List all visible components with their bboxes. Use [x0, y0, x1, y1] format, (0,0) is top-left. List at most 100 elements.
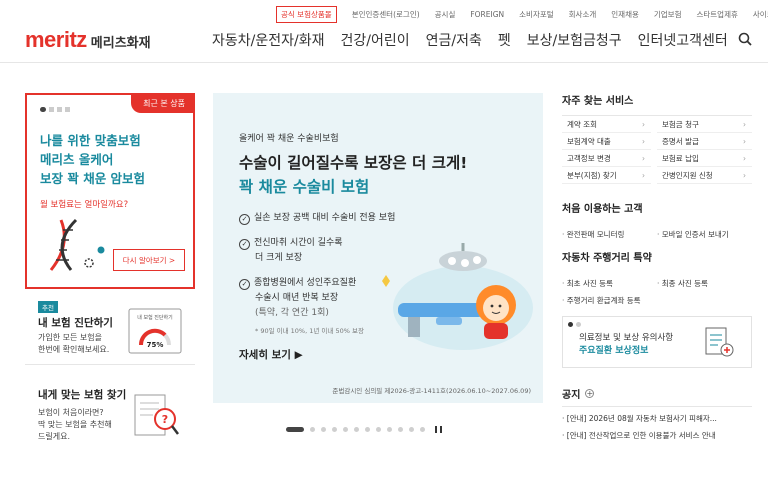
- medical-info-box[interactable]: 의료정보 및 보상 유의사항 주요질환 보상정보: [562, 316, 752, 368]
- banner-legal: 준법감시인 심의필 제2026-광고-1411호(2026.06.10~2027…: [332, 387, 531, 395]
- util-link-disclosure[interactable]: 공시실: [435, 9, 456, 20]
- check-icon: ✓: [239, 239, 250, 250]
- notice-title: 공지: [562, 390, 581, 401]
- recent-badge: 최근 본 상품: [131, 95, 193, 113]
- service-link[interactable]: 간병인지원 신청: [657, 167, 752, 184]
- recommend-tag: 추천: [38, 301, 58, 313]
- pager-dot[interactable]: [354, 427, 359, 432]
- banner-feature-2: ✓ 전신마취 시간이 길수록 더 크게 보장: [239, 236, 343, 266]
- plus-icon[interactable]: +: [585, 389, 595, 398]
- ill-diagnosis-label: 내 보험 진단하기: [137, 314, 172, 321]
- search-icon[interactable]: [738, 32, 752, 46]
- recent-pager[interactable]: [40, 107, 70, 112]
- util-link-careers[interactable]: 인재채용: [611, 9, 639, 20]
- nav-customer-center[interactable]: 인터넷고객센터: [638, 30, 728, 50]
- service-link[interactable]: 고객정보 변경: [562, 150, 651, 167]
- ill-diagnosis-pct: 75%: [147, 341, 164, 349]
- util-link-corporate[interactable]: 기업보험: [654, 9, 682, 20]
- nav-pension[interactable]: 연금/저축: [426, 30, 482, 50]
- banner-eyebrow: 올케어 꽉 채운 수술비보험: [239, 134, 339, 144]
- service-link[interactable]: 계약 조회: [562, 116, 651, 133]
- notice-divider: [562, 406, 752, 407]
- pager-dot[interactable]: [332, 427, 337, 432]
- recent-product-card[interactable]: 최근 본 상품 나를 위한 맞춤보험 메리츠 올케어 보장 꽉 채운 암보험 월…: [25, 93, 195, 289]
- services-title: 자주 찾는 서비스: [562, 96, 634, 107]
- firsttime-link[interactable]: 모바일 인증서 보내기: [657, 229, 752, 240]
- notice-item[interactable]: [안내] 2026년 08월 자동차 보험사기 피해자...: [562, 413, 752, 424]
- pager-dot[interactable]: [398, 427, 403, 432]
- services-grid: 계약 조회 보험금 청구 보험계약 대출 증명서 발급 고객정보 변경 보험료 …: [562, 115, 752, 184]
- nav-pet[interactable]: 펫: [498, 30, 511, 50]
- find-insurance-card[interactable]: 내게 맞는 보험 찾기 보험이 처음이라면? 딱 맞는 보험을 추천해 드릴게요…: [25, 375, 195, 455]
- util-link-consumer[interactable]: 소비자포털: [519, 9, 554, 20]
- util-link-startup[interactable]: 스타트업제휴: [696, 9, 737, 20]
- pager-dot[interactable]: [310, 427, 315, 432]
- check-icon: ✓: [239, 279, 250, 290]
- mileage-link[interactable]: 최종 사진 등록: [657, 278, 752, 289]
- header-divider: [0, 62, 768, 63]
- banner-note: * 90일 이내 10%, 1년 이내 50% 보장: [255, 327, 364, 335]
- pager-dot[interactable]: [343, 427, 348, 432]
- diagnosis-illustration: 내 보험 진단하기 75%: [128, 308, 182, 354]
- nav-claims[interactable]: 보상/보험금청구: [527, 30, 622, 50]
- notice-item[interactable]: [안내] 전산작업으로 인한 이용불가 서비스 안내: [562, 430, 752, 441]
- pager-dot[interactable]: [420, 427, 425, 432]
- mileage-link[interactable]: 주행거리 환급계좌 등록: [562, 295, 657, 306]
- promo-link[interactable]: 공식 보험상품몰: [276, 5, 337, 23]
- diagnosis-card[interactable]: 추천 내 보험 진단하기 가입한 모든 보험을 한번에 확인해보세요. 내 보험…: [25, 295, 195, 365]
- mileage-section: 자동차 주행거리 특약 최초 사진 등록 최종 사진 등록 주행거리 환급계좌 …: [562, 249, 752, 306]
- logo-korean: 메리츠화재: [90, 36, 151, 51]
- firsttime-title: 처음 이용하는 고객: [562, 204, 643, 215]
- find-desc: 보험이 처음이라면? 딱 맞는 보험을 추천해 드릴게요.: [38, 408, 112, 441]
- find-title: 내게 맞는 보험 찾기: [38, 389, 127, 401]
- pager-dot[interactable]: [321, 427, 326, 432]
- nav-health[interactable]: 건강/어린이: [340, 30, 409, 50]
- banner-feature-1: ✓ 실손 보장 공백 대비 수술비 전용 보험: [239, 211, 395, 226]
- logo[interactable]: meritz 메리츠화재: [25, 27, 151, 53]
- document-search-icon: ?: [134, 394, 179, 436]
- service-link[interactable]: 보험계약 대출: [562, 133, 651, 150]
- nav-car[interactable]: 자동차/운전자/화재: [212, 30, 324, 50]
- notice-section: 공지 + [안내] 2026년 08월 자동차 보험사기 피해자... [안내]…: [562, 386, 752, 441]
- mileage-title: 자동차 주행거리 특약: [562, 253, 652, 264]
- pager-dot[interactable]: [387, 427, 392, 432]
- pager-dot[interactable]: [376, 427, 381, 432]
- dna-illustration: [49, 218, 105, 271]
- info-pager[interactable]: [568, 322, 581, 327]
- recent-sub: 월 보험료는 얼마일까요?: [40, 200, 129, 210]
- main-banner[interactable]: 올케어 꽉 채운 수술비보험 수술이 길어질수록 보장은 더 크게! 꽉 채운 …: [213, 93, 543, 403]
- util-link-about[interactable]: 회사소개: [569, 9, 597, 20]
- service-link[interactable]: 보험료 납입: [657, 150, 752, 167]
- recent-title: 나를 위한 맞춤보험 메리츠 올케어 보장 꽉 채운 암보험: [40, 133, 146, 186]
- firsttime-link[interactable]: 완전판매 모니터링: [562, 229, 657, 240]
- info-line2: 주요질환 보상정보: [579, 346, 649, 356]
- pager-dot[interactable]: [409, 427, 414, 432]
- mileage-link[interactable]: 최초 사진 등록: [562, 278, 657, 289]
- retry-quote-button[interactable]: 다시 알아보기 >: [113, 249, 185, 271]
- diagnosis-desc: 가입한 모든 보험을 한번에 확인해보세요.: [38, 333, 110, 354]
- banner-more-link[interactable]: 자세히 보기 ▶: [239, 347, 303, 362]
- svg-text:?: ?: [162, 413, 168, 426]
- service-link[interactable]: 보험금 청구: [657, 116, 752, 133]
- banner-headline-accent: 꽉 채운 수술비 보험: [239, 178, 370, 196]
- service-link[interactable]: 증명서 발급: [657, 133, 752, 150]
- banner-headline: 수술이 길어질수록 보장은 더 크게!: [239, 154, 468, 172]
- pager-dot-active[interactable]: [286, 427, 304, 432]
- util-link-sitemap[interactable]: 사이트맵: [753, 9, 768, 20]
- banner-pager[interactable]: [286, 426, 442, 433]
- utility-nav: 공식 보험상품몰 본인인증센터(로그인) 공시실 FOREIGN 소비자포털 회…: [276, 5, 768, 23]
- diagnosis-title: 내 보험 진단하기: [38, 317, 113, 329]
- pause-icon[interactable]: [435, 426, 442, 433]
- info-line1: 의료정보 및 보상 유의사항: [579, 333, 674, 343]
- banner-feature-3: ✓ 종합병원에서 성인주요질환 수술시 매년 반복 보장 (특약, 각 연간 1회…: [239, 276, 356, 321]
- util-link-auth[interactable]: 본인인증센터(로그인): [352, 9, 420, 20]
- util-link-foreign[interactable]: FOREIGN: [470, 10, 504, 19]
- service-link[interactable]: 분부(지점) 찾기: [562, 167, 651, 184]
- check-icon: ✓: [239, 214, 250, 225]
- surgery-room-illustration: [382, 243, 533, 350]
- logo-wordmark: meritz: [25, 27, 87, 52]
- first-time-section: 처음 이용하는 고객 완전판매 모니터링 모바일 인증서 보내기: [562, 200, 752, 240]
- main-nav: 자동차/운전자/화재 건강/어린이 연금/저축 펫 보상/보험금청구 인터넷고객…: [212, 30, 728, 50]
- frequent-services: 자주 찾는 서비스 계약 조회 보험금 청구 보험계약 대출 증명서 발급 고객…: [562, 92, 752, 184]
- pager-dot[interactable]: [365, 427, 370, 432]
